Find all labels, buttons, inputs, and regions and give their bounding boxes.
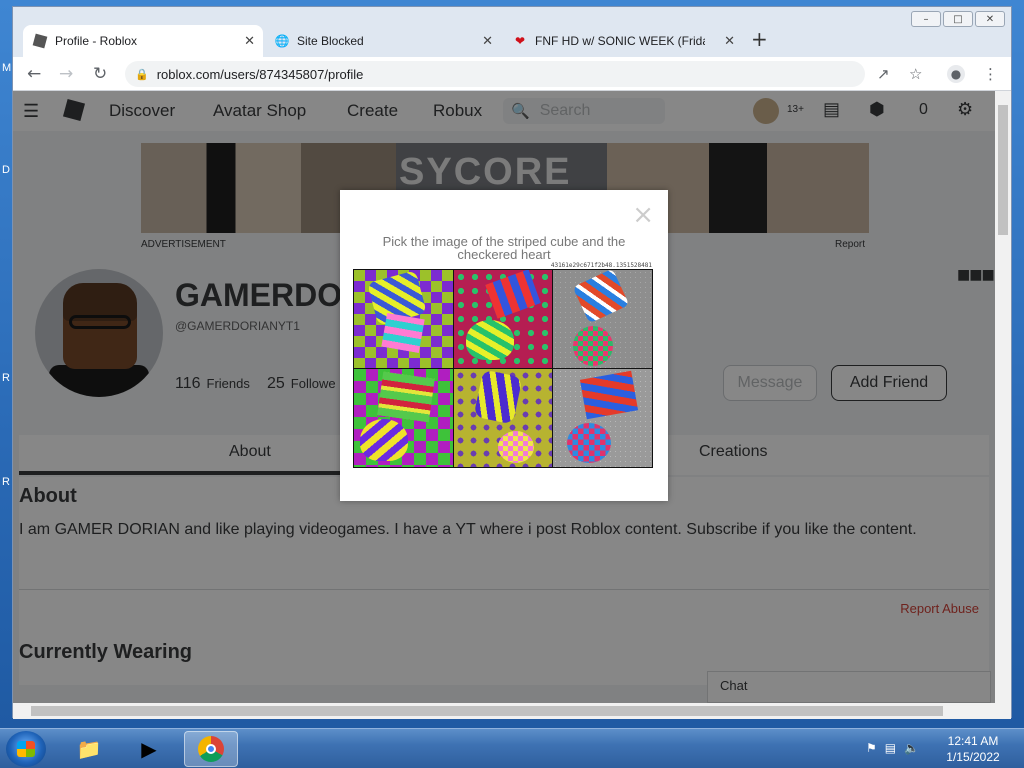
file-explorer-icon[interactable]: 📁 [62, 731, 116, 767]
share-icon[interactable]: ↗ [877, 65, 890, 83]
lock-icon: 🔒 [135, 68, 149, 81]
url-field[interactable]: 🔒 roblox.com/users/874345807/profile [125, 61, 865, 87]
tab-title: FNF HD w/ SONIC WEEK (Friday [535, 34, 705, 48]
system-tray: ⚑ ▤ 🔈 [866, 741, 919, 755]
network-icon[interactable]: ▤ [885, 741, 896, 755]
desktop-icon-label: R [2, 476, 10, 488]
minimize-button[interactable]: – [911, 11, 941, 27]
maximize-button[interactable]: □ [943, 11, 973, 27]
captcha-challenge-id: 43161e29c671f2b48.1351528481 [550, 262, 652, 269]
back-icon[interactable]: ← [27, 64, 41, 84]
captcha-option-5[interactable] [453, 369, 553, 467]
tab-site-blocked[interactable]: 🌐 Site Blocked ✕ [265, 25, 501, 57]
desktop-icon-label: R [2, 372, 10, 384]
desktop-icon-label: M [2, 62, 12, 74]
close-tab-icon[interactable]: ✕ [724, 33, 735, 49]
tab-profile[interactable]: Profile - Roblox ✕ [23, 25, 263, 57]
url-text: roblox.com/users/874345807/profile [156, 66, 364, 82]
roblox-favicon-icon [32, 33, 48, 49]
action-center-icon[interactable]: ⚑ [866, 741, 877, 755]
captcha-image-grid [353, 269, 653, 468]
volume-icon[interactable]: 🔈 [904, 741, 919, 755]
menu-kebab-icon[interactable]: ⋮ [983, 65, 998, 83]
clock-date: 1/15/2022 [946, 750, 1000, 764]
captcha-option-4[interactable] [354, 369, 453, 467]
address-bar-row: ← → ↻ 🔒 roblox.com/users/874345807/profi… [13, 57, 1011, 91]
windows-taskbar: 📁 ▶ ⚑ ▤ 🔈 12:41 AM 1/15/2022 [0, 728, 1024, 768]
clock-time: 12:41 AM [947, 734, 999, 748]
reload-icon[interactable]: ↻ [93, 64, 107, 84]
captcha-option-1[interactable] [354, 270, 453, 368]
tab-title: Profile - Roblox [55, 34, 138, 48]
captcha-option-2[interactable] [453, 270, 553, 368]
tab-title: Site Blocked [297, 34, 364, 48]
chrome-taskbar-icon[interactable] [184, 731, 238, 767]
new-tab-icon[interactable]: + [751, 27, 768, 51]
globe-icon: 🌐 [274, 34, 290, 48]
start-button[interactable] [6, 731, 46, 767]
captcha-prompt: Pick the image of the striped cube and t… [382, 234, 626, 262]
heart-icon: ❤ [514, 34, 526, 48]
captcha-dialog: × Pick the image of the striped cube and… [340, 190, 668, 501]
forward-icon[interactable]: → [59, 64, 73, 84]
horizontal-scrollbar[interactable] [13, 703, 1011, 719]
desktop-icon-label: D [2, 164, 10, 176]
close-tab-icon[interactable]: ✕ [482, 33, 493, 49]
taskbar-clock[interactable]: 12:41 AM 1/15/2022 [940, 733, 1006, 765]
window-controls: – □ ✕ [911, 11, 1005, 27]
media-player-icon[interactable]: ▶ [122, 731, 176, 767]
close-window-button[interactable]: ✕ [975, 11, 1005, 27]
captcha-option-6[interactable] [553, 369, 652, 467]
captcha-option-3[interactable] [553, 270, 652, 368]
tab-fnf[interactable]: ❤ FNF HD w/ SONIC WEEK (Friday ✕ [503, 25, 743, 57]
close-tab-icon[interactable]: ✕ [244, 33, 255, 49]
bookmark-star-icon[interactable]: ☆ [909, 65, 922, 83]
close-captcha-icon[interactable]: × [632, 200, 654, 230]
vertical-scrollbar[interactable] [995, 91, 1011, 703]
profile-avatar-icon[interactable]: ● [947, 65, 965, 83]
